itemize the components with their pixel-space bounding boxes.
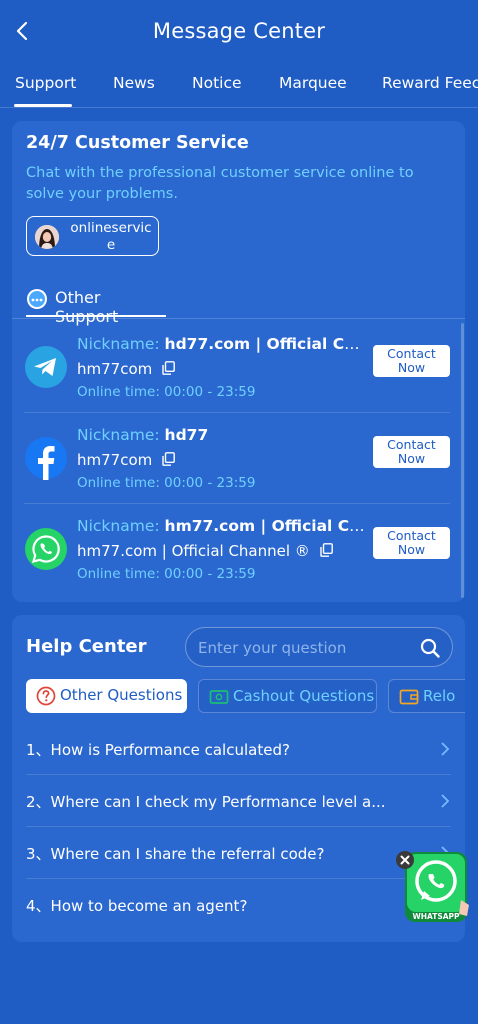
support-row-telegram: Nickname: hd77.com | Official Cha... hm7… — [24, 323, 450, 413]
help-center-title: Help Center — [26, 636, 147, 657]
account-text: hm77com — [77, 451, 153, 469]
contact-now-button[interactable]: Contact Now — [373, 436, 450, 468]
tab-news[interactable]: News — [113, 74, 155, 92]
account-text: hm77com — [77, 360, 153, 378]
nickname-label: Nickname: — [77, 426, 160, 444]
divider — [24, 503, 450, 504]
faq-question: 3、Where can I share the referral code? — [26, 845, 325, 863]
customer-service-title: 24/7 Customer Service — [26, 133, 249, 153]
contact-now-button[interactable]: Contact Now — [373, 527, 450, 559]
customer-service-card: 24/7 Customer Service Chat with the prof… — [12, 121, 465, 602]
copy-icon[interactable] — [162, 452, 175, 466]
faq-question: 4、How to become an agent? — [26, 897, 248, 915]
chip-reload-questions[interactable]: Relo — [388, 679, 465, 713]
back-arrow-icon[interactable] — [12, 20, 34, 42]
support-account: hm77com — [77, 360, 175, 378]
search-input[interactable] — [198, 636, 408, 660]
wallet-icon — [399, 689, 419, 705]
faq-item[interactable]: 4、How to become an agent? — [26, 879, 451, 931]
chip-label: Relo — [423, 687, 456, 705]
copy-icon[interactable] — [319, 543, 333, 557]
cash-icon — [209, 690, 229, 704]
other-support-label: Other Support — [55, 288, 118, 326]
online-time: Online time: 00:00 - 23:59 — [77, 475, 256, 491]
tab-bar: Support News Notice Marquee Reward Feec — [0, 62, 478, 108]
faq-item[interactable]: 3、Where can I share the referral code? — [26, 827, 451, 879]
nickname-value: hd77.com | Official Cha... — [164, 335, 367, 353]
telegram-icon — [25, 346, 67, 388]
faq-item[interactable]: 2、Where can I check my Performance level… — [26, 775, 451, 827]
scrollbar[interactable] — [461, 323, 464, 598]
search-icon[interactable] — [419, 637, 441, 659]
whatsapp-float-label: WHATSAPP — [412, 912, 460, 921]
nickname-value: hm77.com | Official Cha... — [164, 517, 367, 535]
online-time: Online time: 00:00 - 23:59 — [77, 384, 256, 400]
faq-question: 2、Where can I check my Performance level… — [26, 793, 386, 811]
search-box — [185, 627, 453, 667]
whatsapp-icon — [25, 528, 67, 570]
other-support-underline — [26, 315, 166, 317]
support-account: hm77com — [77, 451, 175, 469]
tab-notice[interactable]: Notice — [192, 74, 242, 92]
support-nickname: Nickname: hm77.com | Official Cha... — [77, 517, 367, 535]
chip-cashout-questions[interactable]: Cashout Questions — [198, 679, 377, 713]
copy-icon[interactable] — [162, 361, 175, 375]
nickname-label: Nickname: — [77, 335, 160, 353]
question-category-chips: Other Questions Cashout Questions Relo — [26, 679, 465, 715]
avatar — [35, 225, 59, 249]
agent-avatar-icon — [35, 225, 59, 249]
chip-label: Cashout Questions — [233, 687, 375, 705]
chat-bubble-icon — [27, 289, 47, 309]
question-icon — [36, 686, 56, 706]
tab-marquee[interactable]: Marquee — [279, 74, 347, 92]
active-tab-indicator — [14, 104, 72, 107]
chip-other-questions[interactable]: Other Questions — [26, 679, 187, 713]
support-account: hm77.com | Official Channel ® — [77, 542, 333, 560]
support-row-facebook: Nickname: hd77 hm77com Online time: 00:0… — [24, 414, 450, 504]
online-service-label: onlineservice — [70, 220, 152, 253]
faq-question: 1、How is Performance calculated? — [26, 741, 290, 759]
chevron-right-icon — [441, 794, 450, 808]
chevron-right-icon — [441, 742, 450, 756]
nickname-value: hd77 — [164, 426, 209, 444]
faq-item[interactable]: 1、How is Performance calculated? — [26, 723, 451, 775]
other-support-tab[interactable]: Other Support — [26, 286, 166, 326]
tab-support[interactable]: Support — [15, 74, 76, 92]
close-icon[interactable] — [395, 850, 415, 870]
chip-label: Other Questions — [60, 686, 183, 704]
online-service-button[interactable]: onlineservice — [26, 216, 159, 256]
floating-whatsapp-button[interactable]: WHATSAPP — [395, 848, 475, 928]
online-time: Online time: 00:00 - 23:59 — [77, 566, 256, 582]
tab-reward-feedback[interactable]: Reward Feec — [382, 74, 478, 92]
support-row-whatsapp: Nickname: hm77.com | Official Cha... hm7… — [24, 505, 450, 595]
support-nickname: Nickname: hd77.com | Official Cha... — [77, 335, 367, 353]
contact-now-button[interactable]: Contact Now — [373, 345, 450, 377]
customer-service-description: Chat with the professional customer serv… — [26, 165, 414, 202]
facebook-icon — [25, 437, 67, 480]
nickname-label: Nickname: — [77, 517, 160, 535]
page-title: Message Center — [152, 19, 326, 43]
support-nickname: Nickname: hd77 — [77, 426, 367, 444]
divider — [24, 412, 450, 413]
divider — [12, 318, 465, 319]
header: Message Center — [0, 0, 478, 62]
account-text: hm77.com | Official Channel ® — [77, 542, 310, 560]
